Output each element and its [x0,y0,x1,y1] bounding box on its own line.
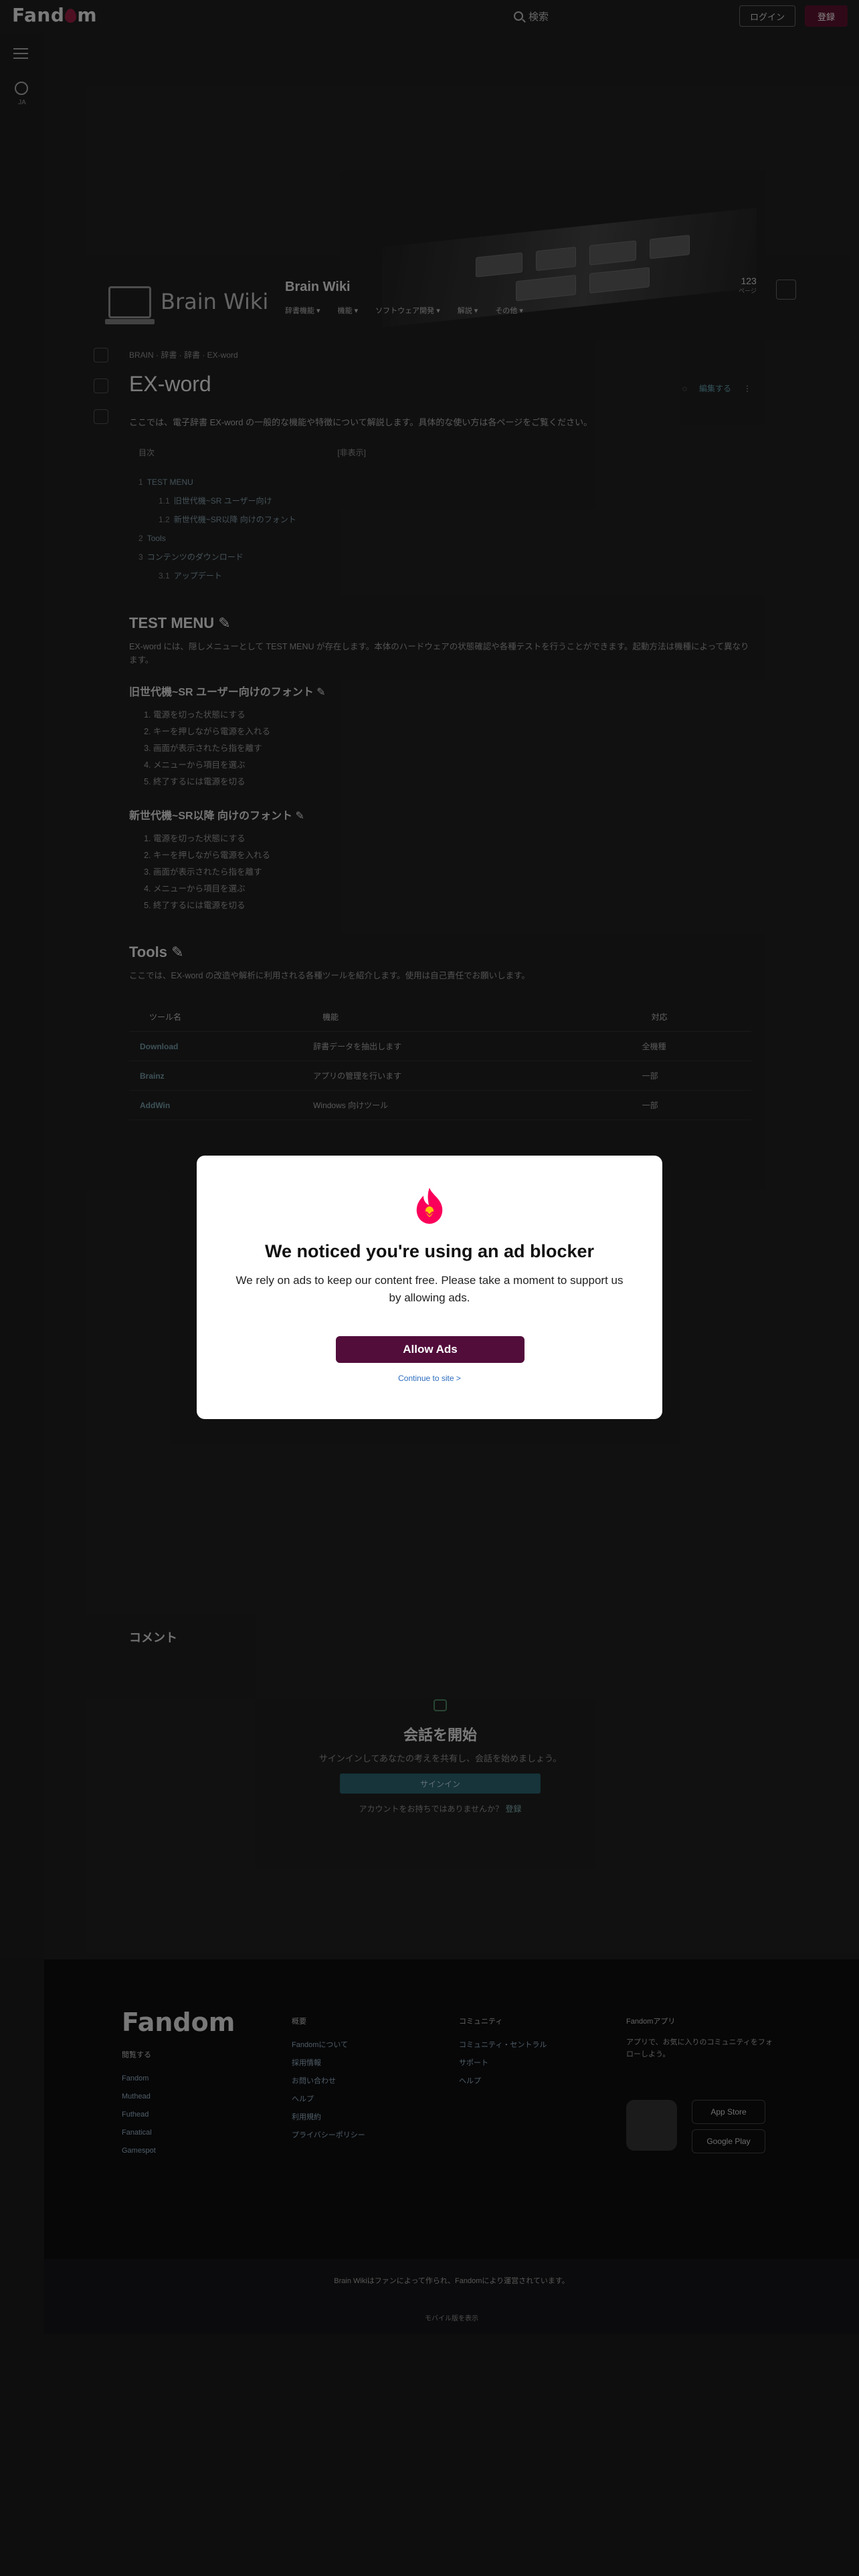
modal-title: We noticed you're using an ad blocker [264,1241,595,1261]
modal-body: We rely on ads to keep our content free.… [235,1274,624,1304]
continue-to-site-link[interactable]: Continue to site > [197,1374,662,1383]
ad-blocker-modal: We noticed you're using an ad blocker We… [197,1156,662,1419]
fandom-flame-icon [416,1188,443,1224]
allow-ads-button[interactable]: Allow Ads [336,1336,524,1363]
